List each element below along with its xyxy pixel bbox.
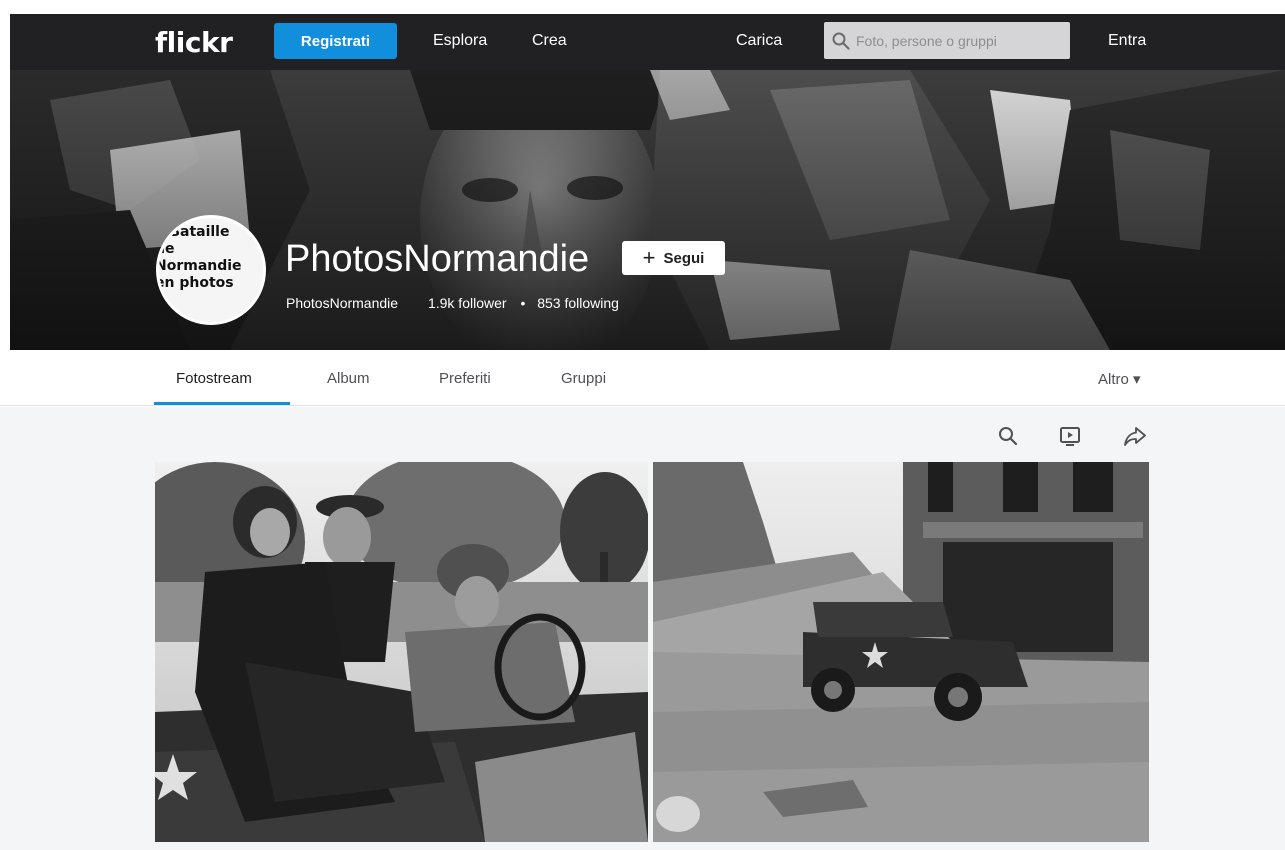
follow-button[interactable]: + Segui [622, 241, 725, 275]
slideshow-icon [1060, 427, 1080, 446]
profile-subnav: Fotostream Album Preferiti Gruppi Altro … [0, 350, 1285, 406]
tab-preferiti[interactable]: Preferiti [439, 370, 491, 387]
profile-username: PhotosNormandie [286, 295, 399, 311]
share-button[interactable] [1122, 423, 1148, 449]
search-icon [832, 32, 850, 50]
flickr-logo[interactable]: flickr [155, 26, 233, 59]
plus-icon: + [642, 245, 656, 270]
profile-stats: PhotosNormandie 1.9k follower • 853 foll… [286, 295, 645, 311]
tab-fotostream[interactable]: Fotostream [176, 370, 252, 387]
search-box[interactable] [824, 22, 1070, 59]
tab-gruppi[interactable]: Gruppi [561, 370, 606, 387]
nav-upload-link[interactable]: Carica [736, 32, 782, 50]
following-count[interactable]: 853 following [537, 295, 619, 311]
nav-create-link[interactable]: Crea [532, 32, 567, 50]
photo-tile[interactable] [155, 462, 648, 842]
followers-count[interactable]: 1.9k follower [428, 295, 507, 311]
tab-album[interactable]: Album [327, 370, 370, 387]
signup-button[interactable]: Registrati [274, 23, 397, 59]
separator-dot: • [520, 295, 526, 311]
photo-elderly-woman-and-soldier-in-jeep [155, 462, 648, 842]
photo-tile[interactable] [653, 462, 1149, 842]
slideshow-button[interactable] [1057, 423, 1083, 449]
follow-label: Segui [663, 249, 705, 267]
profile-name: PhotosNormandie [285, 238, 590, 280]
photostream-content [0, 407, 1285, 850]
login-link[interactable]: Entra [1108, 32, 1146, 50]
top-navigation-bar: flickr Registrati Esplora Crea Carica En… [10, 14, 1285, 70]
avatar-logo-text: a Bataille de Normandie en photos [156, 224, 242, 291]
cover-photo: a Bataille de Normandie en photos Photos… [10, 70, 1285, 350]
more-menu[interactable]: Altro ▾ [1098, 370, 1141, 388]
search-photostream-button[interactable] [995, 423, 1021, 449]
search-icon [999, 427, 1018, 446]
search-input[interactable] [856, 32, 1056, 49]
nav-explore-link[interactable]: Esplora [433, 32, 487, 50]
share-icon [1124, 427, 1146, 446]
active-tab-indicator [154, 402, 290, 405]
profile-avatar[interactable]: a Bataille de Normandie en photos [156, 215, 266, 325]
photo-jeep-in-ruined-street [653, 462, 1149, 842]
